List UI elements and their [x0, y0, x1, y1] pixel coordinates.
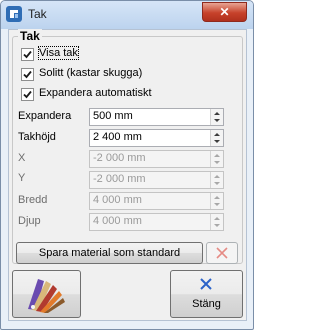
spin-value: -2 000 mm	[93, 173, 146, 185]
checkbox-label: Solitt (kastar skugga)	[39, 67, 143, 79]
title-bar[interactable]: Tak ✕	[1, 1, 253, 29]
spin-arrows	[210, 214, 223, 230]
spin-arrows[interactable]	[210, 130, 223, 146]
label-roof-height: Takhöjd	[18, 131, 56, 143]
spin-value[interactable]: 2 400 mm	[93, 131, 142, 143]
spin-arrows	[210, 193, 223, 209]
spin-down-icon	[214, 224, 220, 227]
spin-down-icon	[214, 203, 220, 206]
window-title: Tak	[28, 7, 47, 21]
y-spinbox: -2 000 mm	[89, 171, 224, 189]
delete-button	[206, 242, 238, 264]
blue-x-icon	[200, 278, 212, 290]
spin-arrows	[210, 151, 223, 167]
spin-arrows	[210, 172, 223, 188]
spin-down-icon	[214, 161, 220, 164]
label-width: Bredd	[18, 194, 48, 206]
roof-groupbox: Tak Visa tak Solitt (kastar skugga) Expa…	[12, 29, 243, 264]
x-spinbox: -2 000 mm	[89, 150, 224, 168]
spin-down-icon	[214, 182, 220, 185]
spin-value: 4 000 mm	[93, 194, 142, 206]
spin-up-icon[interactable]	[214, 133, 220, 136]
material-swatches-icon	[28, 279, 65, 313]
dialog-window: Tak ✕ Tak Visa tak Solitt (kastar skugga…	[0, 0, 254, 330]
checkbox-label: Expandera automatiskt	[39, 87, 152, 99]
close-dialog-button[interactable]: Stäng	[170, 270, 243, 318]
group-title: Tak	[18, 29, 42, 43]
close-button-label: Stäng	[192, 298, 221, 310]
width-spinbox: 4 000 mm	[89, 192, 224, 210]
spin-up-icon	[214, 217, 220, 220]
label-x: X	[18, 152, 26, 164]
spin-value: -2 000 mm	[93, 152, 146, 164]
depth-spinbox: 4 000 mm	[89, 213, 224, 231]
spin-value: 4 000 mm	[93, 215, 142, 227]
material-button[interactable]	[12, 270, 81, 318]
spin-up-icon[interactable]	[214, 112, 220, 115]
window-close-button[interactable]: ✕	[202, 2, 247, 22]
checkbox-box[interactable]	[21, 48, 34, 61]
spin-arrows[interactable]	[210, 109, 223, 125]
spin-up-icon	[214, 196, 220, 199]
label-depth: Djup	[18, 215, 41, 227]
save-material-default-button[interactable]: Spara material som standard	[16, 242, 203, 264]
label-y: Y	[18, 172, 26, 184]
red-x-icon	[216, 247, 228, 259]
checkbox-box[interactable]	[21, 88, 34, 101]
spin-value[interactable]: 500 mm	[93, 110, 133, 122]
spin-down-icon[interactable]	[214, 119, 220, 122]
spin-down-icon[interactable]	[214, 140, 220, 143]
label-expand: Expandera	[18, 110, 72, 122]
checkbox-box[interactable]	[21, 68, 34, 81]
app-logo-icon	[6, 6, 22, 22]
roof-height-spinbox[interactable]: 2 400 mm	[89, 129, 224, 147]
spin-up-icon	[214, 154, 220, 157]
checkbox-label: Visa tak	[38, 46, 79, 60]
expand-spinbox[interactable]: 500 mm	[89, 108, 224, 126]
dialog-client-area: Tak Visa tak Solitt (kastar skugga) Expa…	[8, 29, 247, 321]
spin-up-icon	[214, 175, 220, 178]
